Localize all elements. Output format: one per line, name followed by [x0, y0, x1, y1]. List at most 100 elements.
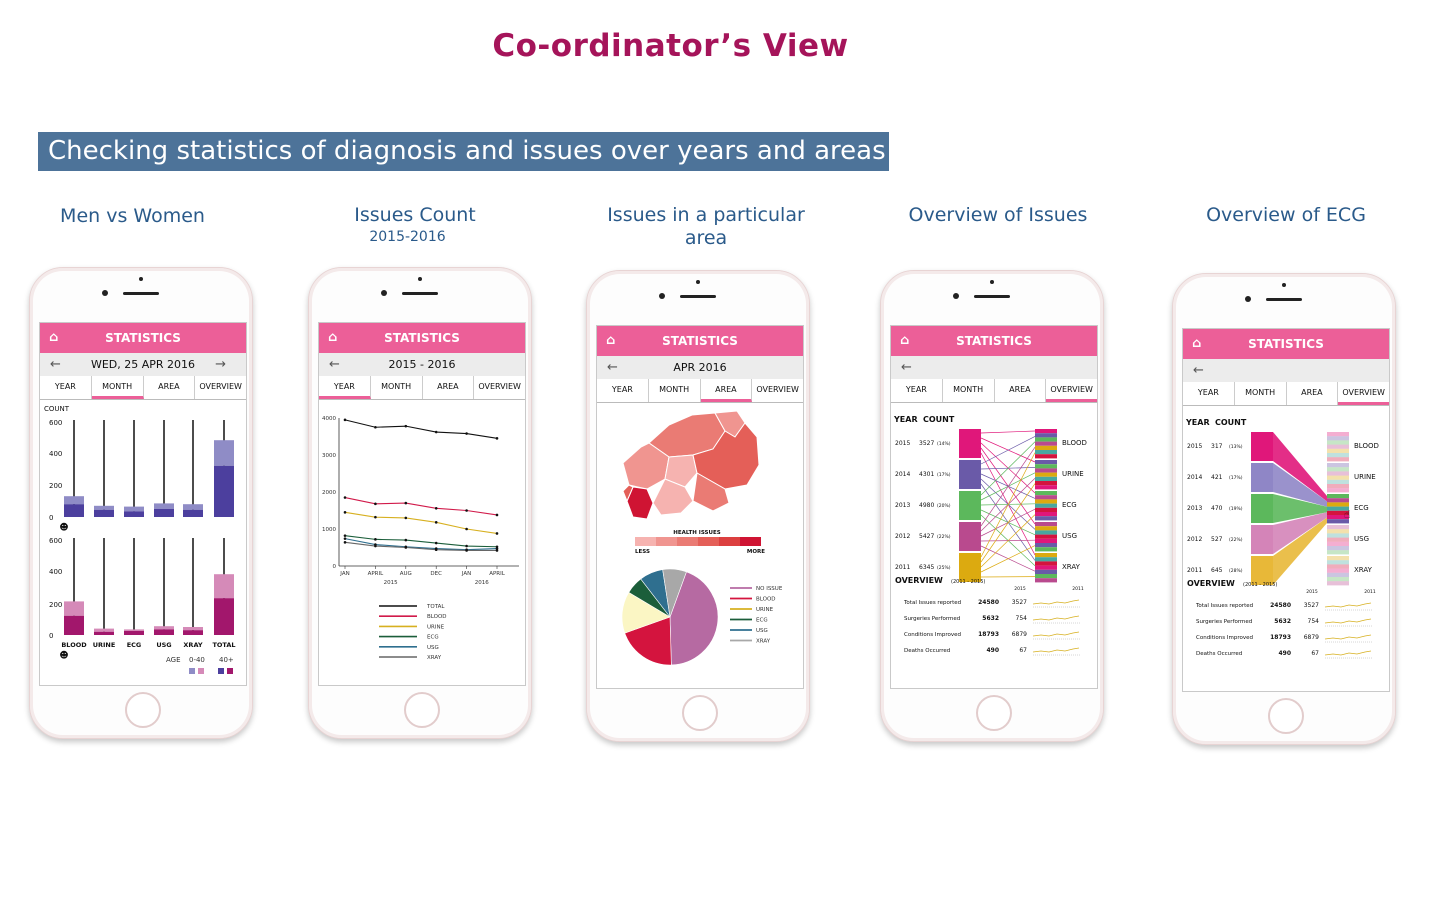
data-point	[343, 534, 347, 537]
category-stripe	[1327, 550, 1349, 555]
legend-label: TOTAL	[426, 604, 445, 610]
y-tick-label: 600	[49, 419, 62, 427]
category-stripe	[1035, 530, 1057, 535]
category-stripe	[1327, 457, 1349, 462]
data-point	[434, 506, 438, 510]
back-arrow-icon[interactable]: ←	[50, 353, 61, 376]
column-header-year: YEAR	[893, 415, 918, 424]
section-subtitle-issues-count: 2015-2016	[369, 229, 446, 245]
back-arrow-icon[interactable]: ←	[329, 353, 340, 376]
home-icon[interactable]: ⌂	[49, 323, 58, 353]
tab-overview[interactable]: OVERVIEW	[1046, 379, 1097, 402]
phone-sensor	[990, 280, 994, 284]
data-point	[465, 549, 468, 552]
home-icon[interactable]: ⌂	[900, 326, 909, 356]
legend-label: 0-40	[189, 656, 205, 664]
tab-area[interactable]: AREA	[144, 376, 196, 399]
y-tick-label: 0	[333, 564, 337, 570]
legend-label: ECG	[756, 618, 768, 624]
category-stripe	[1035, 437, 1057, 442]
header-title: STATISTICS	[1248, 337, 1324, 351]
tab-area[interactable]: AREA	[700, 379, 753, 402]
category-stripe	[1035, 553, 1057, 558]
scale-swatch	[656, 537, 677, 546]
category-stripe	[1035, 472, 1057, 477]
x-tick-label: DEC	[430, 571, 442, 577]
tab-month[interactable]: MONTH	[91, 376, 144, 399]
category-stripe	[1327, 463, 1349, 468]
category-stripe	[1035, 460, 1057, 465]
bar-women-40-plus	[183, 627, 203, 631]
tab-month[interactable]: MONTH	[943, 379, 995, 402]
tab-overview[interactable]: OVERVIEW	[752, 379, 803, 402]
data-point	[343, 511, 347, 514]
forward-arrow-icon[interactable]: →	[215, 353, 226, 376]
year-segment	[959, 522, 981, 551]
tab-area[interactable]: AREA	[1287, 382, 1339, 405]
back-arrow-icon[interactable]: ←	[901, 356, 912, 379]
app-screen: ⌂ STATISTICS ← WED, 25 APR 2016 → YEAR M…	[39, 322, 247, 686]
row-percent: (19%)	[1229, 506, 1243, 512]
data-point	[374, 515, 377, 519]
stat-recent: 6879	[1012, 631, 1027, 638]
row-count: 5427	[919, 533, 934, 540]
tab-year[interactable]: YEAR	[319, 376, 371, 399]
stat-recent: 6879	[1304, 634, 1319, 641]
category-label: TOTAL	[212, 641, 235, 649]
category-stripe	[1327, 484, 1349, 489]
stat-recent: 754	[1308, 618, 1320, 625]
period-label: 2015 - 2016	[388, 358, 456, 371]
tab-overview[interactable]: OVERVIEW	[474, 376, 525, 399]
category-stripe	[1035, 503, 1057, 508]
phone-camera	[381, 290, 387, 296]
phone-overview-ecg: ⌂ STATISTICS ← YEAR MONTH AREA OVERVIEW …	[1172, 273, 1396, 745]
data-point	[343, 537, 347, 540]
tab-bar: YEAR MONTH AREA OVERVIEW	[1183, 382, 1389, 406]
tab-overview[interactable]: OVERVIEW	[195, 376, 246, 399]
category-stripe	[1035, 491, 1057, 496]
bar-women-40-plus	[124, 629, 144, 631]
tab-month[interactable]: MONTH	[1235, 382, 1287, 405]
tab-area[interactable]: AREA	[423, 376, 475, 399]
data-point	[465, 509, 468, 512]
tab-area[interactable]: AREA	[995, 379, 1047, 402]
stat-recent: 67	[1019, 647, 1027, 654]
year-segment	[959, 491, 981, 520]
stat-recent: 754	[1016, 615, 1028, 622]
bar-women-0-40	[183, 630, 203, 635]
stat-value: 490	[986, 647, 999, 654]
home-icon[interactable]: ⌂	[606, 326, 615, 356]
tab-month[interactable]: MONTH	[371, 376, 423, 399]
data-point	[495, 532, 499, 535]
scale-more-label: MORE	[747, 549, 765, 555]
tab-overview[interactable]: OVERVIEW	[1338, 382, 1389, 405]
sparkline	[1032, 599, 1080, 605]
category-stripe	[1035, 547, 1057, 552]
back-arrow-icon[interactable]: ←	[607, 356, 618, 379]
stat-value: 5632	[982, 615, 999, 622]
legend-label: BLOOD	[427, 614, 447, 620]
stat-recent: 3527	[1012, 599, 1027, 606]
y-tick-label: 4000	[322, 416, 336, 422]
category-stripe	[1327, 444, 1349, 449]
back-arrow-icon[interactable]: ←	[1193, 359, 1204, 382]
tab-year[interactable]: YEAR	[1183, 382, 1235, 405]
stat-value: 24580	[978, 599, 999, 606]
phone-home-button	[1268, 698, 1304, 734]
category-stripe	[1327, 541, 1349, 546]
app-header: ⌂ STATISTICS	[40, 323, 246, 353]
spark-year-end: 2011	[1364, 589, 1376, 595]
tab-year[interactable]: YEAR	[40, 376, 92, 399]
bar-women-40-plus	[64, 601, 84, 616]
tab-year[interactable]: YEAR	[597, 379, 649, 402]
home-icon[interactable]: ⌂	[328, 323, 337, 353]
tab-month[interactable]: MONTH	[649, 379, 701, 402]
phone-overview-issues: ⌂ STATISTICS ← YEAR MONTH AREA OVERVIEW …	[880, 270, 1104, 742]
home-icon[interactable]: ⌂	[1192, 329, 1201, 359]
phone-home-button	[682, 695, 718, 731]
legend-label: USG	[427, 645, 439, 651]
y-tick-label: 3000	[322, 453, 336, 459]
section-title-issues-area: Issues in a particular area	[607, 204, 805, 249]
legend-label: 40+	[219, 656, 234, 664]
tab-year[interactable]: YEAR	[891, 379, 943, 402]
